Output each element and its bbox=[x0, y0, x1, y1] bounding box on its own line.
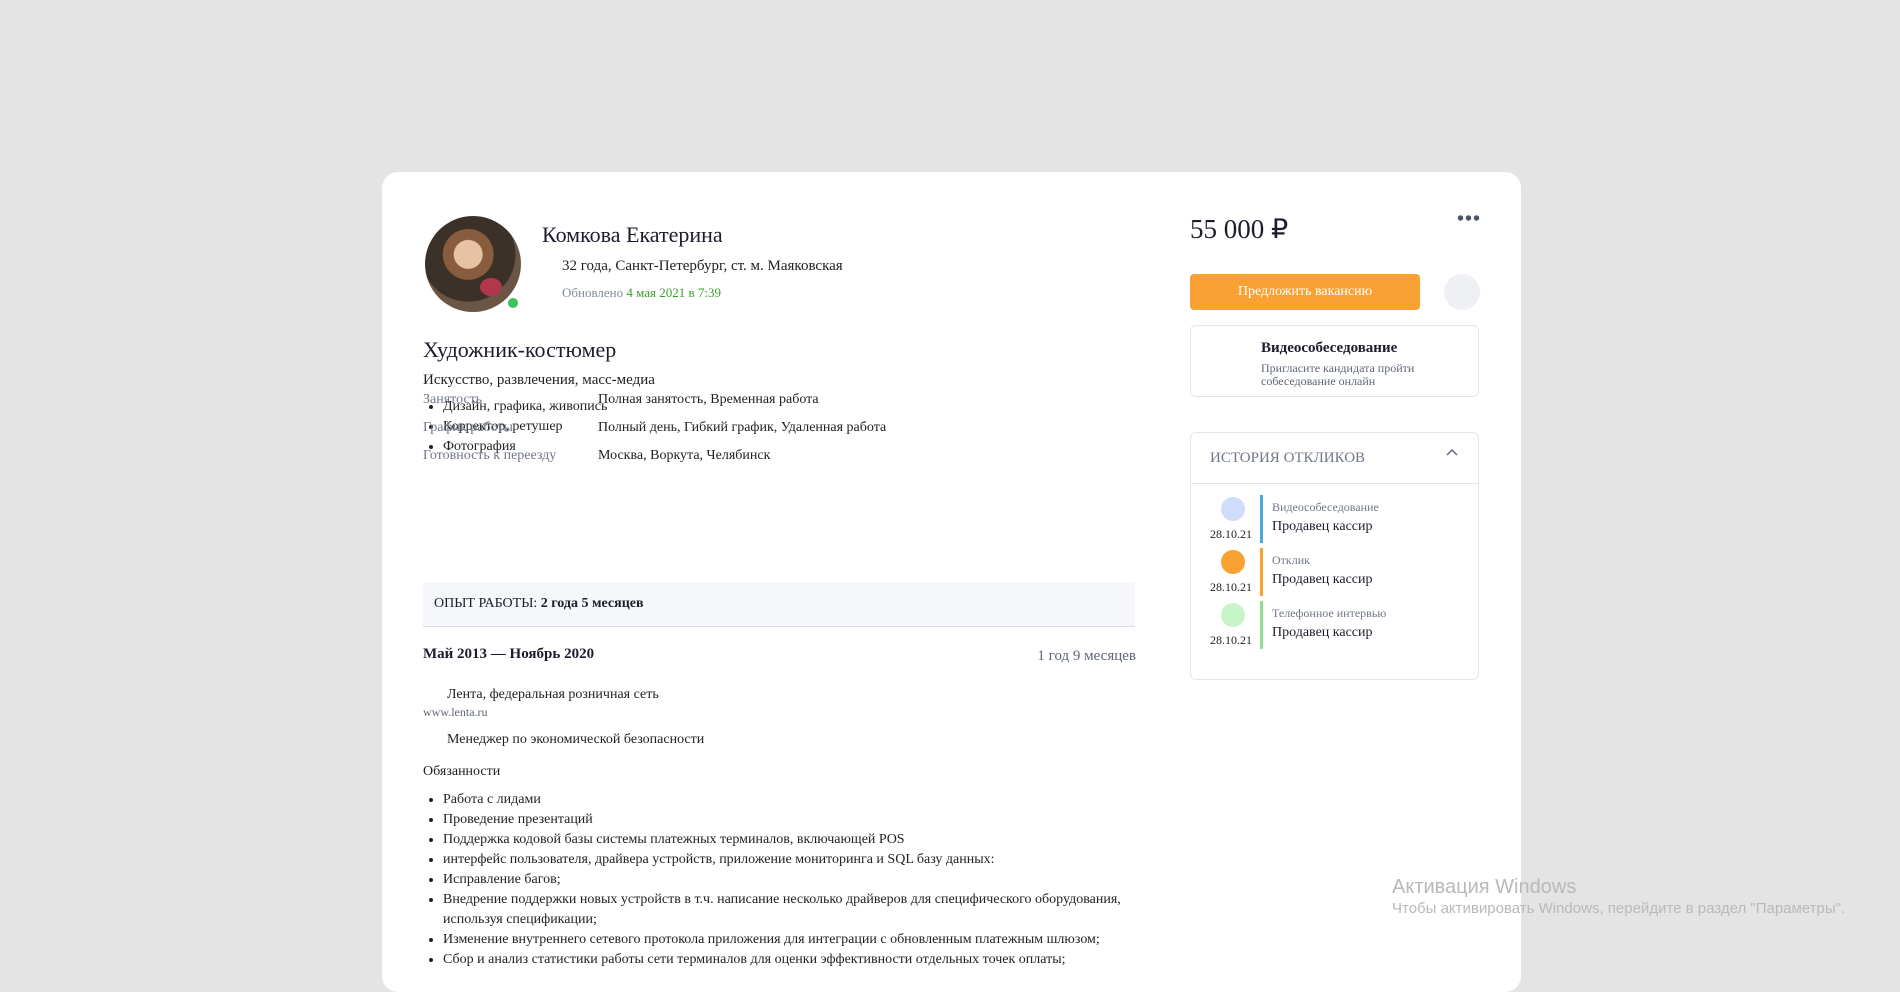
video-interview-title: Видеособеседование bbox=[1261, 340, 1398, 356]
job-company: Лента, федеральная розничная сеть bbox=[447, 687, 659, 702]
duty-item: Проведение презентаций bbox=[443, 810, 1163, 830]
status-dot-icon bbox=[1221, 497, 1245, 521]
online-status-icon bbox=[506, 296, 520, 310]
windows-activation-title: Активация Windows bbox=[1392, 876, 1577, 898]
history-vacancy: Продавец кассир bbox=[1272, 625, 1373, 640]
status-dot-icon bbox=[1221, 603, 1245, 627]
duties-list: Работа с лидами Проведение презентаций П… bbox=[423, 790, 1163, 970]
experience-label: ОПЫТ РАБОТЫ: 2 года 5 месяцев bbox=[434, 596, 644, 612]
industry: Искусство, развлечения, масс-медиа bbox=[423, 372, 655, 388]
status-dot-icon bbox=[1221, 550, 1245, 574]
experience-header: ОПЫТ РАБОТЫ: 2 года 5 месяцев bbox=[423, 582, 1135, 627]
status-bar bbox=[1260, 495, 1263, 543]
salary: 55 000 ₽ bbox=[1190, 214, 1289, 244]
job-period: Май 2013 — Ноябрь 2020 bbox=[423, 646, 595, 662]
detail-value: Москва, Воркута, Челябинск bbox=[598, 448, 771, 463]
history-type: Телефонное интервью bbox=[1272, 606, 1387, 620]
duty-item: интерфейс пользователя, драйвера устройс… bbox=[443, 850, 1163, 870]
offer-vacancy-button[interactable]: Предложить вакансию bbox=[1190, 274, 1420, 310]
history-type: Видеособеседование bbox=[1272, 500, 1379, 514]
candidate-meta: 32 года, Санкт-Петербург, ст. м. Маяковс… bbox=[562, 258, 843, 274]
detail-value: Полный день, Гибкий график, Удаленная ра… bbox=[598, 420, 887, 435]
detail-key: Занятость bbox=[423, 392, 483, 407]
windows-activation-text: Чтобы активировать Windows, перейдите в … bbox=[1392, 900, 1846, 917]
experience-total: 2 года 5 месяцев bbox=[540, 596, 644, 611]
duty-item: Поддержка кодовой базы системы платежных… bbox=[443, 830, 1163, 850]
video-interview-description: Пригласите кандидата пройти собеседовани… bbox=[1261, 361, 1415, 388]
response-history-header[interactable]: ИСТОРИЯ ОТКЛИКОВ bbox=[1191, 433, 1478, 484]
history-vacancy: Продавец кассир bbox=[1272, 572, 1373, 587]
response-history-panel: ИСТОРИЯ ОТКЛИКОВ 28.10.21 Видеособеседов… bbox=[1190, 432, 1479, 680]
more-options-icon[interactable]: ••• bbox=[1457, 208, 1481, 231]
response-history-title: ИСТОРИЯ ОТКЛИКОВ bbox=[1210, 450, 1366, 466]
duty-item: Исправление багов; bbox=[443, 870, 1163, 890]
history-item[interactable]: 28.10.21 Видеособеседование Продавец кас… bbox=[1191, 495, 1478, 545]
history-type: Отклик bbox=[1272, 553, 1310, 567]
status-bar bbox=[1260, 601, 1263, 649]
candidate-name: Комкова Екатерина bbox=[542, 222, 723, 247]
experience-label-text: ОПЫТ РАБОТЫ: bbox=[434, 596, 541, 611]
history-item[interactable]: 28.10.21 Телефонное интервью Продавец ка… bbox=[1191, 601, 1478, 651]
detail-key: График работы bbox=[423, 420, 513, 435]
duty-item: Работа с лидами bbox=[443, 790, 1163, 810]
history-date: 28.10.21 bbox=[1210, 633, 1252, 647]
history-date: 28.10.21 bbox=[1210, 580, 1252, 594]
duty-item: Изменение внутреннего сетевого протокола… bbox=[443, 930, 1163, 950]
chevron-up-icon[interactable] bbox=[1446, 447, 1458, 459]
resume-title: Художник-костюмер bbox=[423, 337, 617, 362]
history-date: 28.10.21 bbox=[1210, 527, 1252, 541]
job-duration: 1 год 9 месяцев bbox=[1037, 648, 1136, 664]
company-site-link[interactable]: www.lenta.ru bbox=[423, 705, 488, 720]
duties-heading: Обязанности bbox=[423, 764, 501, 779]
history-item[interactable]: 28.10.21 Отклик Продавец кассир bbox=[1191, 548, 1478, 598]
history-vacancy: Продавец кассир bbox=[1272, 519, 1373, 534]
resume-card: Комкова Екатерина 32 года, Санкт-Петербу… bbox=[382, 172, 1521, 992]
status-bar bbox=[1260, 548, 1263, 596]
video-interview-card[interactable]: Видеособеседование Пригласите кандидата … bbox=[1190, 325, 1479, 397]
duty-item: Сбор и анализ статистики работы сети тер… bbox=[443, 950, 1163, 970]
detail-key: Готовность к переезду bbox=[423, 448, 557, 463]
favorite-button[interactable] bbox=[1444, 274, 1480, 310]
job-position: Менеджер по экономической безопасности bbox=[447, 732, 705, 747]
updated-info: Обновлено 4 мая 2021 в 7:39 bbox=[562, 285, 721, 301]
updated-date: 4 мая 2021 в 7:39 bbox=[626, 285, 722, 300]
updated-prefix: Обновлено bbox=[562, 285, 627, 300]
duty-item: Внедрение поддержки новых устройств в т.… bbox=[443, 890, 1163, 930]
detail-value: Полная занятость, Временная работа bbox=[598, 392, 819, 407]
